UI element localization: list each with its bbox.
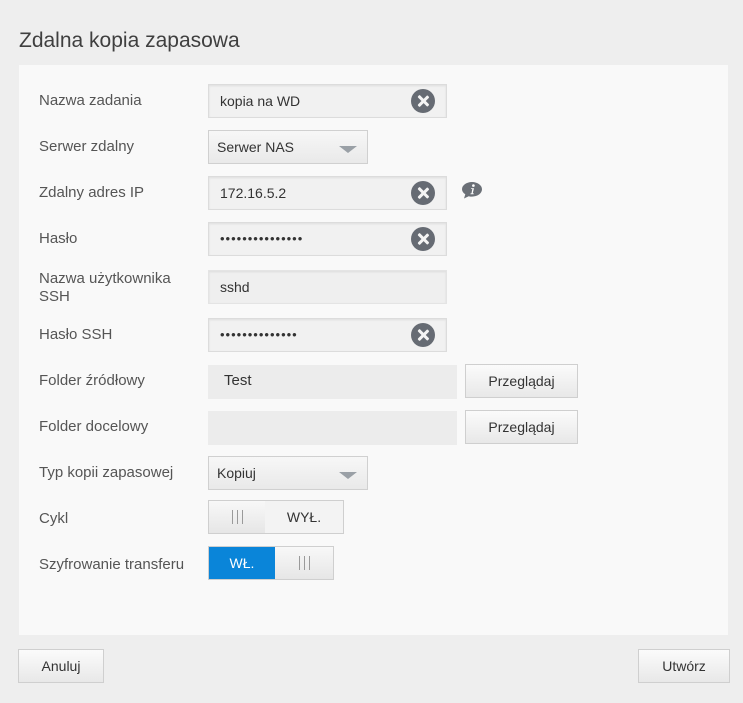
ssh-password-row: Hasło SSH •••••••••••••• [19, 318, 728, 354]
ssh-user-input[interactable] [208, 270, 447, 304]
page-title: Zdalna kopia zapasowa [19, 29, 240, 52]
ssh-user-row: Nazwa użytkownika SSH [19, 270, 728, 306]
toggle-grip-icon [209, 501, 265, 533]
remote-ip-label: Zdalny adres IP [39, 184, 145, 201]
ssh-user-label-line1: Nazwa użytkownika [39, 270, 171, 287]
encryption-toggle[interactable]: WŁ. [208, 546, 334, 580]
cycle-label: Cykl [39, 510, 69, 527]
encryption-state-label: WŁ. [209, 547, 275, 579]
remote-ip-row: Zdalny adres IP [19, 176, 728, 212]
ssh-user-label: Nazwa użytkownika SSH [39, 270, 171, 306]
cycle-toggle[interactable]: WYŁ. [208, 500, 344, 534]
caret-down-icon [339, 472, 357, 479]
clear-icon[interactable] [411, 89, 435, 113]
source-browse-button[interactable]: Przeglądaj [465, 364, 578, 398]
encryption-row: Szyfrowanie transferu WŁ. [19, 546, 728, 582]
password-row: Hasło ••••••••••••••• [19, 222, 728, 258]
password-label: Hasło [39, 230, 78, 247]
ssh-user-label-line2: SSH [39, 288, 70, 305]
toggle-grip-icon [275, 547, 333, 579]
create-button[interactable]: Utwórz [638, 649, 730, 683]
backup-type-dropdown[interactable]: Kopiuj [208, 456, 368, 490]
cycle-row: Cykl WYŁ. [19, 500, 728, 536]
info-icon[interactable] [461, 181, 483, 199]
remote-server-row: Serwer zdalny Serwer NAS [19, 130, 728, 166]
target-folder-row: Folder docelowy Przeglądaj [19, 410, 728, 446]
job-name-row: Nazwa zadania [19, 84, 728, 120]
clear-icon[interactable] [411, 181, 435, 205]
cycle-state-label: WYŁ. [265, 501, 343, 533]
encryption-label: Szyfrowanie transferu [39, 556, 185, 573]
remote-server-value: Serwer NAS [217, 139, 295, 155]
target-browse-button[interactable]: Przeglądaj [465, 410, 578, 444]
source-folder-row: Folder źródłowy Test Przeglądaj [19, 364, 728, 400]
target-folder-field[interactable] [208, 411, 457, 445]
form-panel: Nazwa zadania Serwer zdalny Serwer NAS Z… [19, 65, 728, 635]
clear-icon[interactable] [411, 227, 435, 251]
caret-down-icon [339, 146, 357, 153]
job-name-label: Nazwa zadania [39, 92, 142, 109]
remote-server-dropdown[interactable]: Serwer NAS [208, 130, 368, 164]
source-folder-label: Folder źródłowy [39, 372, 145, 389]
source-folder-field[interactable]: Test [208, 365, 457, 399]
ssh-password-label: Hasło SSH [39, 326, 113, 343]
target-folder-label: Folder docelowy [39, 418, 149, 435]
backup-type-value: Kopiuj [217, 465, 256, 481]
cancel-button[interactable]: Anuluj [18, 649, 104, 683]
backup-type-label: Typ kopii zapasowej [39, 464, 174, 481]
backup-type-row: Typ kopii zapasowej Kopiuj [19, 456, 728, 492]
clear-icon[interactable] [411, 323, 435, 347]
remote-server-label: Serwer zdalny [39, 138, 135, 155]
